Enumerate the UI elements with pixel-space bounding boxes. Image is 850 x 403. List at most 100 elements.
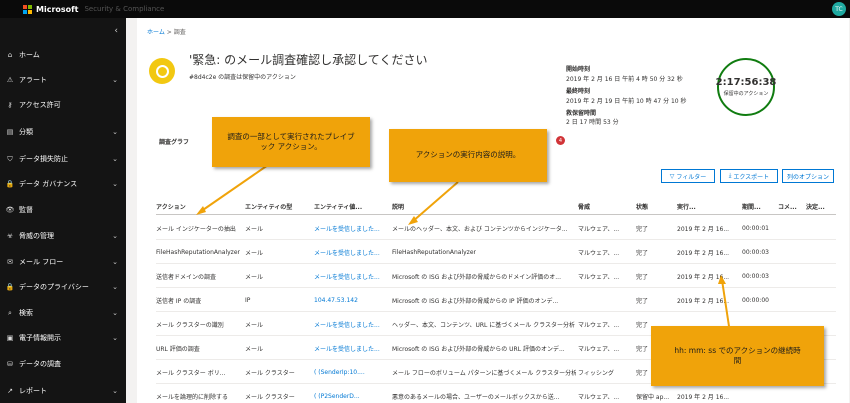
sidebar-item-label: 分類 — [19, 128, 33, 136]
cell-entity-value[interactable]: メールを受信しました... — [314, 216, 390, 240]
sidebar-item-reports[interactable]: ↗ レポート ⌄ — [0, 381, 126, 401]
pending-timer: 2:17:56:38 保留中のアクション — [715, 58, 777, 116]
cell-entity-type: メール — [245, 321, 264, 329]
sidebar-item-data-governance[interactable]: 🔒 データ ガバナンス ⌄ — [0, 174, 126, 194]
table-row[interactable]: メールを論理的に削除する メール クラスター ( (P2SenderD... 悪… — [156, 384, 836, 403]
cell-status: 完了 — [636, 297, 649, 305]
chevron-down-icon: ⌄ — [112, 334, 118, 342]
cell-action: FileHashReputationAnalyzer — [156, 248, 240, 256]
sidebar-item-classification[interactable]: ▤ 分類 ⌄ — [0, 122, 126, 142]
sidebar-item-label: データ ガバナンス — [19, 180, 78, 188]
table-row[interactable]: 送信者ドメインの調査 メール メールを受信しました... Microsoft の… — [156, 264, 836, 288]
pending-time-value: 2 日 17 時間 53 分 — [566, 119, 619, 126]
sidebar-item-label: メール フロー — [19, 258, 64, 266]
sidebar-item-alerts[interactable]: ⚠ アラート ⌄ — [0, 70, 126, 90]
tab-badge: 4 — [556, 136, 565, 145]
start-time-value: 2019 年 2 月 16 日 午前 4 時 50 分 32 秒 — [566, 76, 683, 83]
sidebar-item-mail-flow[interactable]: ✉ メール フロー ⌄ — [0, 252, 126, 272]
start-time-label: 開始時刻 — [566, 66, 591, 73]
callout-description: アクションの実行内容の説明。 — [389, 129, 547, 182]
table-row[interactable]: 送信者 IP の調査 IP 104.47.53.142 Microsoft の … — [156, 288, 836, 312]
cell-duration: 00:00:01 — [742, 224, 769, 232]
classification-icon: ▤ — [6, 128, 14, 136]
warning-icon: ⚠ — [6, 76, 14, 84]
header-divider — [156, 214, 836, 215]
cell-action: URL 評価の調査 — [156, 345, 200, 353]
cell-entity-type: メール クラスター — [245, 393, 295, 401]
chevron-down-icon: ⌄ — [112, 155, 118, 163]
collapse-sidebar-icon[interactable]: ‹ — [114, 26, 118, 36]
cell-status: 完了 — [636, 249, 649, 257]
cell-status: 完了 — [636, 225, 649, 233]
timer-value: 2:17:56:38 — [715, 77, 777, 88]
sidebar-item-supervision[interactable]: 👁 監督 — [0, 200, 126, 220]
col-header-description[interactable]: 説明 — [392, 202, 404, 211]
col-header-run[interactable]: 実行... — [677, 202, 696, 211]
tab-investigation-graph[interactable]: 調査グラフ — [159, 137, 189, 146]
sidebar-item-home[interactable]: ⌂ ホーム — [0, 45, 126, 65]
sidebar-item-dlp[interactable]: ⛉ データ損失防止 ⌄ — [0, 149, 126, 169]
cell-entity-type: メール — [245, 225, 264, 233]
cell-threat: マルウェア、... — [578, 345, 620, 353]
col-header-comments[interactable]: コメ... — [778, 202, 797, 211]
breadcrumb-separator: > — [166, 29, 172, 36]
chevron-down-icon: ⌄ — [112, 309, 118, 317]
table-row[interactable]: FileHashReputationAnalyzer メール メールを受信しまし… — [156, 240, 836, 264]
column-options-button[interactable]: 列のオプション — [782, 169, 834, 183]
avatar[interactable]: TC — [832, 2, 846, 16]
table-row[interactable]: メール インジケーターの抽出 メール メールを受信しました... メールのヘッダ… — [156, 216, 836, 240]
top-bar: Microsoft Security & Compliance TC — [0, 0, 850, 18]
cell-duration: 00:00:03 — [742, 272, 769, 280]
col-header-action[interactable]: アクション — [156, 202, 186, 211]
sidebar-item-threat-management[interactable]: ☣ 脅威の管理 ⌄ — [0, 226, 126, 246]
cell-description: Microsoft の ISG および外部の脅威からの IP 評価のオンデ... — [392, 297, 559, 305]
sidebar-item-label: 監督 — [19, 206, 33, 214]
callout-duration: hh: mm: ss でのアクションの継続時間 — [651, 326, 824, 386]
cell-duration: 00:00:00 — [742, 296, 769, 304]
cell-status: 完了 — [636, 273, 649, 281]
export-button[interactable]: ⤓ エクスポート — [720, 169, 778, 183]
breadcrumb-home-link[interactable]: ホーム — [147, 29, 165, 36]
chevron-down-icon: ⌄ — [112, 76, 118, 84]
cell-action: メールを論理的に削除する — [156, 393, 229, 401]
cell-entity-value[interactable]: 104.47.53.142 — [314, 288, 390, 312]
investigation-icon — [149, 58, 175, 84]
end-time-value: 2019 年 2 月 19 日 午前 10 時 47 分 10 秒 — [566, 98, 687, 105]
col-header-decision[interactable]: 決定... — [806, 202, 825, 211]
sidebar-item-permissions[interactable]: ⚷ アクセス許可 — [0, 95, 126, 115]
cell-entity-value[interactable]: ( (SenderIp:10.... — [314, 360, 390, 384]
cell-run: 2019 年 2 月 16... — [677, 225, 730, 233]
sidebar-item-data-privacy[interactable]: 🔒 データのプライバシー ⌄ — [0, 277, 126, 297]
breadcrumb-current: 調査 — [173, 29, 186, 36]
cell-run: 2019 年 2 月 16... — [677, 273, 730, 281]
sidebar-item-label: ホーム — [19, 51, 40, 59]
sidebar-item-label: アクセス許可 — [19, 101, 61, 109]
ediscovery-icon: ▣ — [6, 334, 14, 342]
cell-entity-value[interactable]: メールを受信しました... — [314, 240, 390, 264]
cell-threat: マルウェア、... — [578, 393, 620, 401]
cell-run: 2019 年 2 月 16... — [677, 393, 730, 401]
col-header-status[interactable]: 状態 — [636, 202, 648, 211]
page-title: '緊急: のメール調査確認し承認してください — [189, 53, 428, 67]
cell-entity-value[interactable]: メールを受信しました... — [314, 264, 390, 288]
sidebar-item-ediscovery[interactable]: ▣ 電子情報開示 ⌄ — [0, 328, 126, 348]
cell-entity-value[interactable]: メールを受信しました... — [314, 336, 390, 360]
sidebar-item-label: アラート — [19, 76, 47, 84]
col-header-entity-value[interactable]: エンティティ値... — [314, 202, 362, 211]
shield-icon: ⛉ — [7, 154, 13, 163]
sidebar-item-data-investigation[interactable]: ⛁ データの調査 — [0, 354, 126, 374]
filter-button[interactable]: ▽ フィルター — [661, 169, 715, 183]
col-header-threat[interactable]: 脅威 — [578, 202, 590, 211]
cell-entity-value[interactable]: メールを受信しました... — [314, 312, 390, 336]
cell-action: 送信者 IP の調査 — [156, 297, 202, 305]
cell-threat: マルウェア、... — [578, 321, 620, 329]
sidebar-item-search[interactable]: ⌕ 検索 ⌄ — [0, 303, 126, 323]
sidebar: ‹ ⌂ ホーム ⚠ アラート ⌄ ⚷ アクセス許可 ▤ 分類 ⌄ ⛉ データ損失防止 ⌄ 🔒 デー… — [0, 18, 126, 403]
key-icon: ⚷ — [7, 101, 13, 109]
col-header-entity-type[interactable]: エンティティの型 — [245, 202, 292, 211]
chevron-down-icon: ⌄ — [112, 283, 118, 291]
cell-description: Microsoft の ISG および外部の脅威からのドメイン評価のオ... — [392, 273, 561, 281]
cell-entity-value[interactable]: ( (P2SenderD... — [314, 384, 390, 403]
col-header-duration[interactable]: 期間... — [742, 202, 761, 211]
brand-name: Microsoft — [36, 4, 79, 14]
